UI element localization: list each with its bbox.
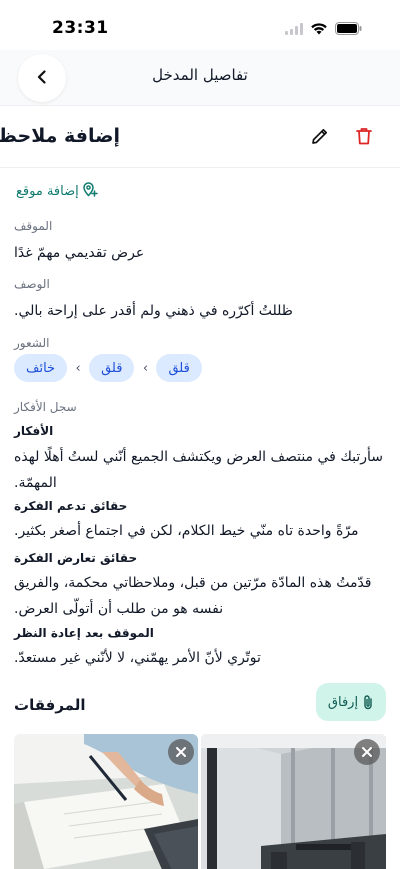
description-value: ظللتُ أكرّره في ذهني ولم أقدر على إراحة … [14, 303, 293, 319]
feeling-chip: قلق [156, 354, 202, 382]
attach-button[interactable]: إرفاق [316, 683, 386, 721]
opposing-facts-value: قدّمتُ هذه المادّة مرّتين من قبل، وملاحظ… [14, 575, 372, 617]
add-location-link[interactable]: إضافة موقع [16, 180, 98, 202]
attachments-title: المرفقات [14, 696, 86, 714]
wifi-icon [310, 20, 328, 39]
feeling-chip: خائف [14, 354, 68, 382]
chevron-separator-icon: ‹ [75, 360, 81, 376]
signal-icon [285, 20, 303, 39]
page-title: تفاصيل المدخل [152, 66, 248, 84]
add-location-label: إضافة موقع [16, 183, 79, 199]
supporting-facts-heading: حقائق تدعم الفكرة [14, 499, 128, 513]
entry-title: إضافة ملاحظة [0, 125, 120, 147]
opposing-facts-heading: حقائق تعارض الفكرة [14, 551, 138, 565]
close-icon [361, 743, 373, 762]
thoughts-value: سأرتبك في منتصف العرض ويكتشف الجميع أنّن… [14, 449, 383, 491]
reframed-situation-value: توتّري لأنّ الأمر يهمّني، لا لأنّني غير … [14, 650, 261, 666]
situation-value: عرض تقديمي مهمّ غدًا [14, 245, 145, 261]
description-label: الوصف [14, 277, 50, 291]
feelings-chips: خائف ‹ قلق ‹ قلق [14, 354, 202, 382]
supporting-facts-value: مرّةً واحدة تاه منّي خيط الكلام، لكن في … [14, 523, 359, 539]
attachment-thumbnail[interactable] [201, 734, 386, 869]
reframed-situation-heading: الموقف بعد إعادة النظر [14, 626, 154, 640]
feelings-label: الشعور [14, 336, 50, 350]
attach-button-label: إرفاق [327, 694, 359, 710]
close-icon [175, 743, 187, 762]
top-navigation-bar: تفاصيل المدخل [0, 50, 400, 106]
delete-button[interactable] [352, 126, 376, 150]
thought-log-label: سجل الأفكار [14, 400, 77, 414]
status-bar: 23:31 [0, 0, 400, 50]
entry-title-row: إضافة ملاحظة [0, 106, 400, 168]
feeling-chip: قلق [89, 354, 135, 382]
remove-attachment-button[interactable] [168, 739, 194, 765]
chevron-separator-icon: ‹ [142, 360, 149, 376]
situation-label: الموقف [14, 219, 53, 233]
attachment-thumbnail[interactable] [14, 734, 198, 869]
remove-attachment-button[interactable] [354, 739, 380, 765]
trash-icon [355, 126, 373, 150]
paperclip-icon [362, 694, 374, 710]
status-icons [285, 20, 362, 39]
status-time: 23:31 [52, 18, 109, 38]
pencil-icon [310, 126, 330, 150]
edit-button[interactable] [308, 126, 332, 150]
battery-icon [335, 20, 362, 39]
map-pin-plus-icon [82, 181, 98, 201]
thoughts-heading: الأفكار [14, 424, 54, 438]
